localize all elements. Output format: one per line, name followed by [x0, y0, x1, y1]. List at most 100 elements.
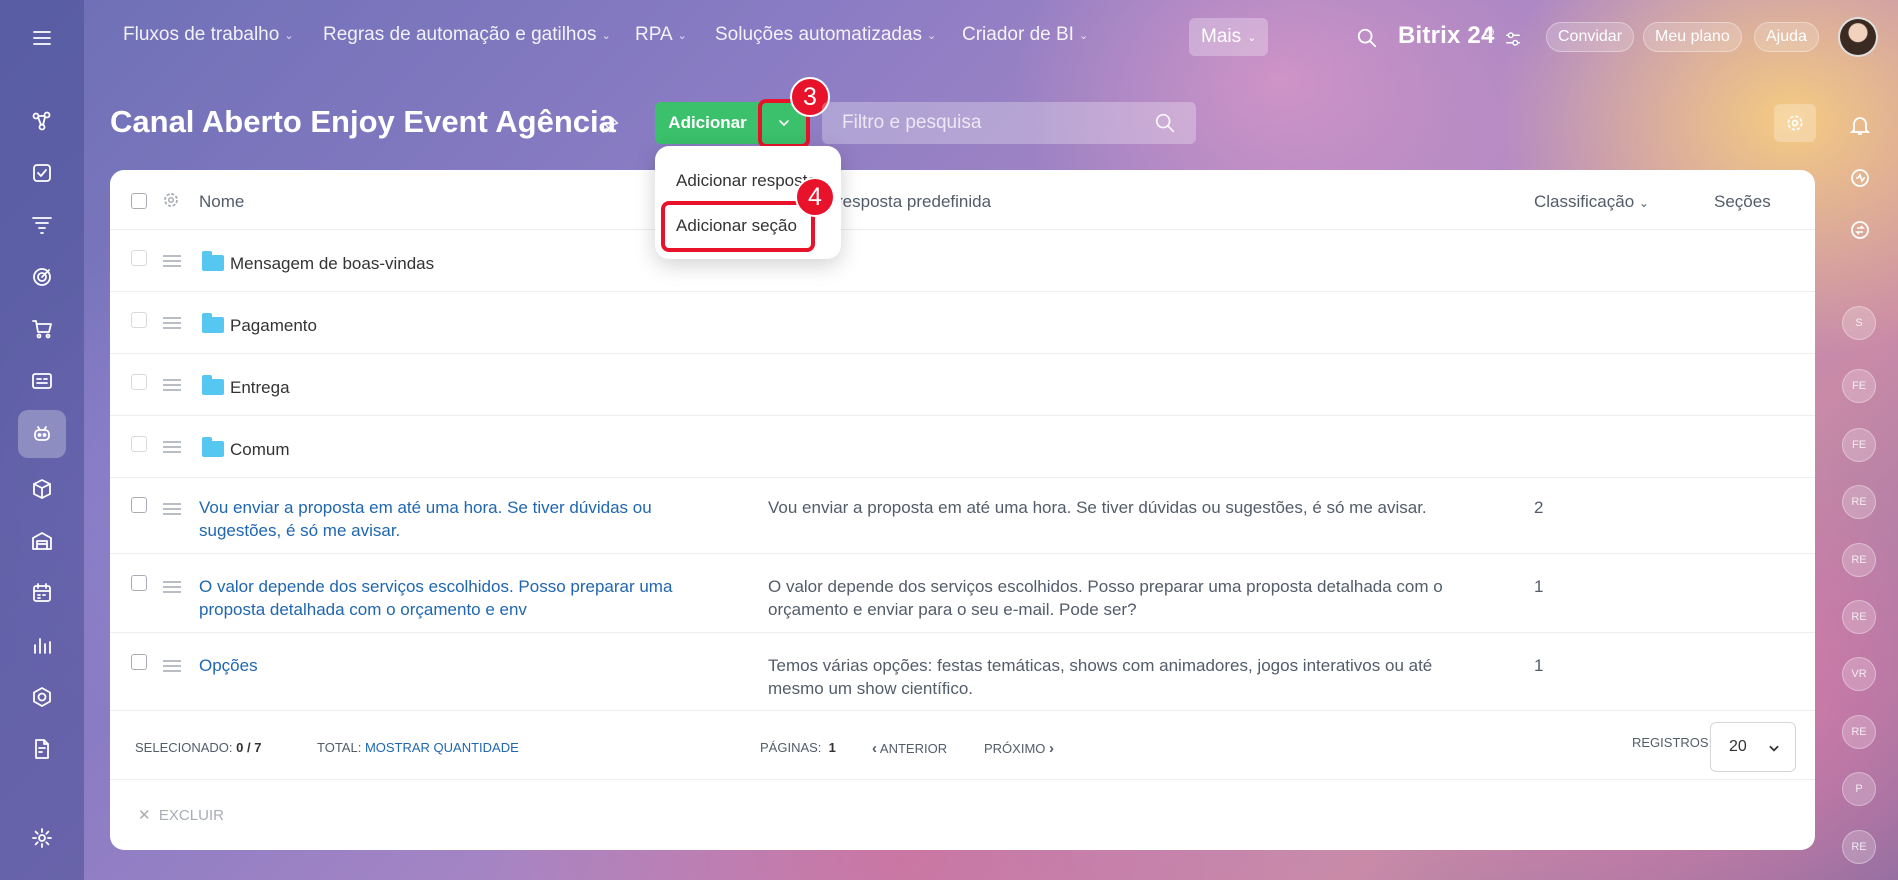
- nav-rpa[interactable]: RPA ⌄: [635, 24, 687, 46]
- menu-icon[interactable]: [22, 18, 62, 58]
- rail-avatar[interactable]: VR: [1842, 657, 1876, 691]
- divider: [110, 779, 1815, 780]
- target-icon[interactable]: [22, 257, 62, 297]
- settings-icon[interactable]: [22, 818, 62, 858]
- rail-avatar[interactable]: P: [1842, 772, 1876, 806]
- bell-icon[interactable]: [1842, 107, 1878, 143]
- add-button[interactable]: Adicionar: [655, 102, 760, 144]
- drag-handle-icon[interactable]: [163, 503, 181, 515]
- answer-text: Vou enviar a proposta em até uma hora. S…: [768, 498, 1427, 517]
- chevron-down-icon: [1769, 745, 1779, 752]
- next-page-button[interactable]: PRÓXIMO ›: [984, 740, 1054, 757]
- folder-name[interactable]: Comum: [230, 440, 290, 460]
- my-plan-button[interactable]: Meu plano: [1643, 22, 1742, 52]
- rail-avatar[interactable]: RE: [1842, 715, 1876, 749]
- column-header-answer[interactable]: resposta predefinida: [837, 192, 991, 212]
- gear-icon: [1787, 115, 1803, 131]
- rail-avatar[interactable]: FE: [1842, 428, 1876, 462]
- previous-page-button[interactable]: ‹ ANTERIOR: [872, 740, 947, 757]
- chat-refresh-icon[interactable]: [1842, 212, 1878, 248]
- user-avatar[interactable]: [1838, 17, 1878, 57]
- nav-more-button[interactable]: Mais ⌄: [1189, 18, 1269, 56]
- drag-handle-icon[interactable]: [163, 317, 181, 329]
- card-icon[interactable]: [22, 361, 62, 401]
- drag-handle-icon[interactable]: [163, 581, 181, 593]
- folder-icon: [202, 375, 224, 395]
- show-quantity-link[interactable]: MOSTRAR QUANTIDADE: [365, 740, 519, 755]
- box-icon[interactable]: [22, 469, 62, 509]
- funnel-icon[interactable]: [22, 205, 62, 245]
- selected-count: SELECIONADO: 0 / 7: [135, 740, 262, 755]
- drag-handle-icon[interactable]: [163, 660, 181, 672]
- chevron-down-icon: ⌄: [1638, 196, 1649, 210]
- rail-avatar[interactable]: S: [1842, 306, 1876, 340]
- search-input[interactable]: [822, 102, 1142, 144]
- rail-avatar[interactable]: RE: [1842, 485, 1876, 519]
- row-checkbox[interactable]: [131, 654, 147, 670]
- records-per-page-select[interactable]: 20: [1710, 722, 1796, 772]
- chevron-down-icon: ⌄: [601, 29, 611, 42]
- row-checkbox[interactable]: [131, 436, 147, 452]
- folder-name[interactable]: Pagamento: [230, 316, 317, 336]
- search-icon[interactable]: [1154, 112, 1176, 134]
- answer-name-link[interactable]: Vou enviar a proposta em até uma hora. S…: [199, 496, 719, 542]
- close-icon: ✕: [138, 807, 151, 824]
- answers-table-panel: Nome resposta predefinida Classificação …: [110, 170, 1815, 850]
- bot-icon[interactable]: [18, 410, 66, 458]
- row-checkbox[interactable]: [131, 374, 147, 390]
- chart-icon[interactable]: [22, 625, 62, 665]
- answer-text: Temos várias opções: festas temáticas, s…: [768, 656, 1433, 698]
- nav-bi-builder[interactable]: Criador de BI ⌄: [962, 24, 1088, 46]
- row-checkbox[interactable]: [131, 575, 147, 591]
- column-header-sections[interactable]: Seções: [1714, 192, 1771, 212]
- cart-icon[interactable]: [22, 309, 62, 349]
- answer-name-link[interactable]: Opções: [199, 654, 719, 677]
- sliders-icon[interactable]: [1504, 30, 1522, 48]
- tasks-icon[interactable]: [22, 153, 62, 193]
- folder-name[interactable]: Mensagem de boas-vindas: [230, 254, 434, 274]
- drag-handle-icon[interactable]: [163, 441, 181, 453]
- search-icon[interactable]: [1356, 27, 1378, 49]
- page-settings-button[interactable]: [1774, 104, 1816, 142]
- pages-indicator: PÁGINAS: 1: [760, 740, 836, 755]
- chevron-left-icon: ‹: [872, 740, 877, 757]
- column-header-sort[interactable]: Classificação ⌄: [1534, 192, 1649, 212]
- answer-name-link[interactable]: O valor depende dos serviços escolhidos.…: [199, 575, 719, 621]
- document-edit-icon[interactable]: [22, 729, 62, 769]
- sort-value: 2: [1534, 498, 1544, 517]
- rail-avatar[interactable]: RE: [1842, 543, 1876, 577]
- divider: [110, 710, 1815, 711]
- column-header-name[interactable]: Nome: [199, 192, 244, 212]
- gear-icon[interactable]: [162, 191, 180, 209]
- divider: [110, 477, 1815, 478]
- row-checkbox[interactable]: [131, 250, 147, 266]
- nav-automation-rules[interactable]: Regras de automação e gatilhos ⌄: [323, 24, 611, 46]
- row-checkbox[interactable]: [131, 497, 147, 513]
- drag-handle-icon[interactable]: [163, 379, 181, 391]
- chevron-down-icon: ⌄: [677, 29, 687, 42]
- rail-avatar[interactable]: FE: [1842, 369, 1876, 403]
- nav-workflows[interactable]: Fluxos de trabalho ⌄: [123, 24, 294, 46]
- select-all-checkbox[interactable]: [131, 193, 147, 209]
- hexagon-icon[interactable]: [22, 677, 62, 717]
- warehouse-icon[interactable]: [22, 521, 62, 561]
- rail-avatar[interactable]: RE: [1842, 830, 1876, 864]
- invite-button[interactable]: Convidar: [1546, 22, 1635, 52]
- delete-button[interactable]: ✕ EXCLUIR: [138, 806, 224, 824]
- calendar-icon[interactable]: [22, 573, 62, 613]
- search-bar[interactable]: [822, 102, 1196, 144]
- answer-text: O valor depende dos serviços escolhidos.…: [768, 577, 1443, 619]
- left-sidebar: [0, 0, 84, 880]
- nav-automated-solutions[interactable]: Soluções automatizadas ⌄: [715, 24, 936, 46]
- chevron-right-icon: ›: [1049, 740, 1055, 757]
- folder-icon: [202, 313, 224, 333]
- nodes-icon[interactable]: [22, 101, 62, 141]
- folder-name[interactable]: Entrega: [230, 378, 290, 398]
- rail-avatar[interactable]: RE: [1842, 600, 1876, 634]
- drag-handle-icon[interactable]: [163, 255, 181, 267]
- divider: [110, 353, 1815, 354]
- activity-icon[interactable]: [1842, 160, 1878, 196]
- help-button[interactable]: Ajuda: [1754, 22, 1819, 52]
- pin-icon[interactable]: [600, 115, 620, 135]
- row-checkbox[interactable]: [131, 312, 147, 328]
